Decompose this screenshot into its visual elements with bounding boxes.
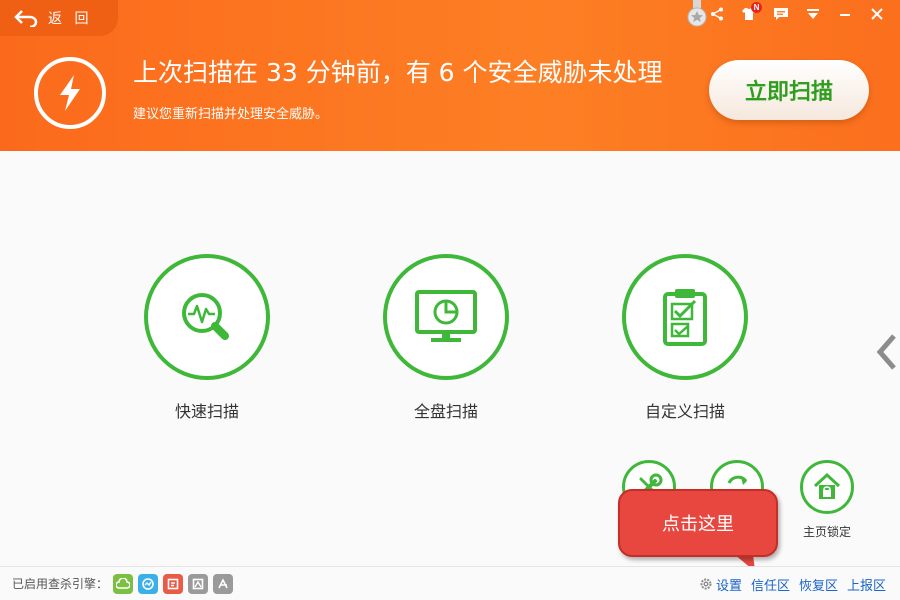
full-scan-icon [383, 254, 509, 380]
full-scan-label: 全盘扫描 [413, 402, 478, 421]
settings-link[interactable]: 设置 [699, 575, 742, 594]
status-footer: 已启用查杀引擎： 设置 信任区 恢复区 上报区 [0, 566, 900, 600]
close-icon[interactable] [864, 1, 890, 27]
engines-label: 已启用查杀引擎： [12, 577, 109, 591]
qex-engine-icon[interactable] [163, 573, 184, 594]
lightning-icon [34, 57, 106, 129]
share-icon[interactable] [704, 1, 730, 27]
window-controls: N [698, 0, 890, 28]
click-here-callout: 点击这里 [618, 489, 778, 557]
header-banner: 返 回 N 上次扫描在 33 分钟前，有 6 个安全威胁未处理 建议您重新扫描并… [0, 0, 900, 151]
footer-links: 设置 信任区 恢复区 上报区 [699, 567, 886, 600]
home-lock-button[interactable]: 主页锁定 [792, 460, 862, 540]
back-button[interactable]: 返 回 [0, 0, 118, 36]
report-zone-link[interactable]: 上报区 [847, 575, 886, 594]
cloud-engine-icon[interactable] [113, 573, 134, 594]
quick-scan-label: 快速扫描 [174, 402, 239, 421]
gear-icon [700, 578, 712, 590]
home-lock-icon [800, 460, 854, 514]
back-label: 返 回 [48, 11, 93, 27]
skin-icon[interactable]: N [736, 1, 762, 27]
notification-badge: N [751, 2, 762, 13]
minimize-icon[interactable] [832, 1, 858, 27]
chevron-left-icon[interactable] [872, 330, 900, 374]
restore-zone-link[interactable]: 恢复区 [799, 575, 838, 594]
menu-icon[interactable] [800, 1, 826, 27]
custom-scan-label: 自定义扫描 [644, 402, 725, 421]
message-icon[interactable] [768, 1, 794, 27]
home-lock-label: 主页锁定 [802, 525, 851, 539]
quick-scan-icon [144, 254, 270, 380]
status-subline: 建议您重新扫描并处理安全威胁。 [133, 107, 329, 122]
full-scan-button[interactable]: 全盘扫描 [371, 254, 521, 422]
custom-scan-icon [622, 254, 748, 380]
trust-zone-link[interactable]: 信任区 [751, 575, 790, 594]
quick-scan-button[interactable]: 快速扫描 [132, 254, 282, 422]
scan-now-button[interactable]: 立即扫描 [709, 60, 869, 120]
status-headline: 上次扫描在 33 分钟前，有 6 个安全威胁未处理 [133, 58, 663, 87]
avira-engine-icon[interactable] [188, 573, 209, 594]
back-arrow-icon [14, 10, 38, 27]
settings-label: 设置 [715, 578, 742, 594]
custom-scan-button[interactable]: 自定义扫描 [610, 254, 760, 422]
bitdefender-engine-icon[interactable] [213, 573, 234, 594]
qvm-engine-icon[interactable] [138, 573, 159, 594]
